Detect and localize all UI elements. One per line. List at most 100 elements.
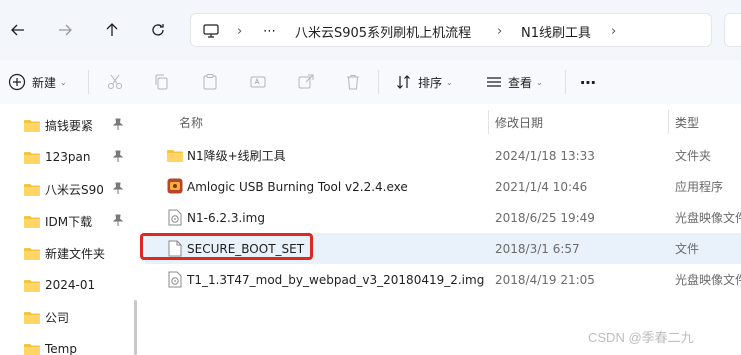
sidebar-item[interactable]: 新建文件夹 [0, 237, 132, 269]
new-label: 新建 [32, 75, 57, 90]
breadcrumb-separator[interactable]: › [611, 14, 616, 48]
sidebar-item[interactable]: 八米云S905系列刷 [0, 173, 132, 205]
share-button[interactable] [297, 66, 315, 98]
sidebar-item[interactable]: 搞钱要紧 [0, 109, 132, 141]
file-modified: 2018/6/25 19:49 [495, 210, 595, 225]
command-bar: 新建 ⌄ 排序 ⌄ 查看 ⌄ ⋯ [0, 60, 741, 104]
divider [565, 70, 566, 94]
share-icon [298, 74, 314, 89]
file-modified: 2018/3/1 6:57 [495, 241, 580, 256]
file-type: 应用程序 [675, 180, 724, 194]
sidebar-item-label: IDM下载 [45, 214, 93, 229]
file-modified: 2021/1/4 10:46 [495, 179, 588, 194]
rename-icon [250, 76, 266, 88]
rename-button[interactable] [249, 66, 267, 98]
folder-icon [24, 119, 40, 132]
disc-image-icon [168, 209, 182, 226]
view-button[interactable]: 查看 ⌄ [486, 66, 543, 98]
file-modified: 2024/1/18 13:33 [495, 148, 595, 163]
trash-icon [347, 75, 359, 90]
sidebar-item[interactable]: IDM下载 [0, 205, 132, 237]
chevron-down-icon: ⌄ [446, 77, 453, 87]
file-row[interactable]: N1降级+线刷工具 2024/1/18 13:33 文件夹 [145, 140, 741, 171]
more-options-button[interactable]: ⋯ [580, 66, 596, 98]
sidebar-item-label: 123pan [45, 150, 91, 164]
up-button[interactable] [98, 16, 126, 44]
column-header-modified[interactable]: 修改日期 [495, 104, 543, 140]
paste-button[interactable] [201, 66, 219, 98]
application-icon [167, 178, 183, 194]
folder-icon [24, 183, 40, 196]
pin-icon[interactable] [113, 118, 123, 130]
scissors-icon [108, 74, 122, 89]
arrow-right-icon [59, 24, 72, 36]
file-row[interactable]: T1_1.3T47_mod_by_webpad_v3_20180419_2.im… [145, 264, 741, 295]
file-row[interactable]: N1-6.2.3.img 2018/6/25 19:49 光盘映像文件 [145, 202, 741, 233]
file-name: T1_1.3T47_mod_by_webpad_v3_20180419_2.im… [187, 272, 485, 287]
file-type: 文件 [675, 242, 700, 256]
sidebar-scrollbar[interactable] [134, 300, 137, 355]
sidebar-item-label: 搞钱要紧 [45, 118, 94, 133]
cut-button[interactable] [106, 66, 124, 98]
column-header-type[interactable]: 类型 [675, 104, 699, 140]
breadcrumb-separator[interactable]: › [497, 14, 502, 48]
sidebar-item-label: 新建文件夹 [45, 246, 106, 261]
copy-icon [155, 74, 168, 90]
back-button[interactable] [4, 16, 32, 44]
refresh-button[interactable] [144, 16, 172, 44]
sort-button[interactable]: 排序 ⌄ [396, 66, 453, 98]
folder-icon [24, 311, 40, 324]
sort-label: 排序 [418, 75, 443, 90]
view-list-icon [487, 77, 501, 87]
sidebar-item-label: 2024-01 [45, 278, 96, 292]
sidebar-item-label: Temp [45, 342, 77, 355]
file-type: 文件夹 [675, 149, 712, 163]
folder-icon [167, 150, 183, 162]
navigation-pane: 搞钱要紧 123pan 八米云S905系列刷 IDM下载 新建文件夹 2024-… [0, 104, 132, 355]
arrow-up-icon [106, 23, 118, 36]
sidebar-item[interactable]: Temp [0, 333, 132, 355]
disc-image-icon [168, 271, 182, 288]
file-type: 光盘映像文件 [675, 211, 741, 225]
file-modified: 2018/4/19 21:05 [495, 272, 595, 287]
breadcrumb-separator[interactable]: › [237, 14, 242, 48]
watermark: CSDN @季春二九 [588, 330, 694, 345]
sidebar-item-label: 公司 [45, 310, 70, 325]
address-bar[interactable]: › ⋯ 八米云S905系列刷机上机流程 › N1线刷工具 › [190, 13, 712, 47]
computer-icon[interactable] [203, 14, 219, 48]
breadcrumb-item[interactable]: N1线刷工具 [521, 14, 591, 48]
pin-icon[interactable] [113, 214, 123, 226]
folder-icon [24, 215, 40, 228]
pin-icon[interactable] [113, 182, 123, 194]
column-divider[interactable] [488, 110, 489, 134]
view-label: 查看 [508, 75, 533, 90]
column-header-name[interactable]: 名称 [179, 104, 203, 140]
pin-icon[interactable] [113, 150, 123, 162]
sort-icon [397, 75, 410, 89]
chevron-down-icon: ⌄ [60, 77, 67, 87]
new-button[interactable]: 新建 ⌄ [8, 66, 67, 98]
breadcrumb-more[interactable]: ⋯ [263, 14, 276, 48]
sidebar-item[interactable]: 2024-01 [0, 269, 132, 301]
copy-button[interactable] [153, 66, 171, 98]
sidebar-item-label: 八米云S905系列刷 [45, 182, 103, 197]
annotation-highlight-box [140, 233, 313, 260]
clipboard-icon [203, 74, 217, 90]
sidebar-item[interactable]: 123pan [0, 141, 132, 173]
file-row[interactable]: Amlogic USB Burning Tool v2.2.4.exe 2021… [145, 171, 741, 202]
file-list: 名称 修改日期 类型 N1降级+线刷工具 2024/1/18 13:33 文件夹… [145, 104, 741, 355]
file-name: Amlogic USB Burning Tool v2.2.4.exe [187, 179, 408, 194]
folder-icon [24, 279, 40, 292]
delete-button[interactable] [344, 66, 362, 98]
sidebar-item[interactable]: 公司 [0, 301, 132, 333]
search-box[interactable] [724, 13, 741, 47]
divider [378, 70, 379, 94]
file-name: N1降级+线刷工具 [187, 149, 286, 163]
file-type: 光盘映像文件 [675, 273, 741, 287]
column-divider[interactable] [668, 110, 669, 134]
breadcrumb-item[interactable]: 八米云S905系列刷机上机流程 [295, 14, 471, 48]
folder-icon [24, 343, 40, 355]
forward-button[interactable] [51, 16, 79, 44]
navigation-bar: › ⋯ 八米云S905系列刷机上机流程 › N1线刷工具 › [0, 0, 741, 60]
folder-icon [24, 247, 40, 260]
